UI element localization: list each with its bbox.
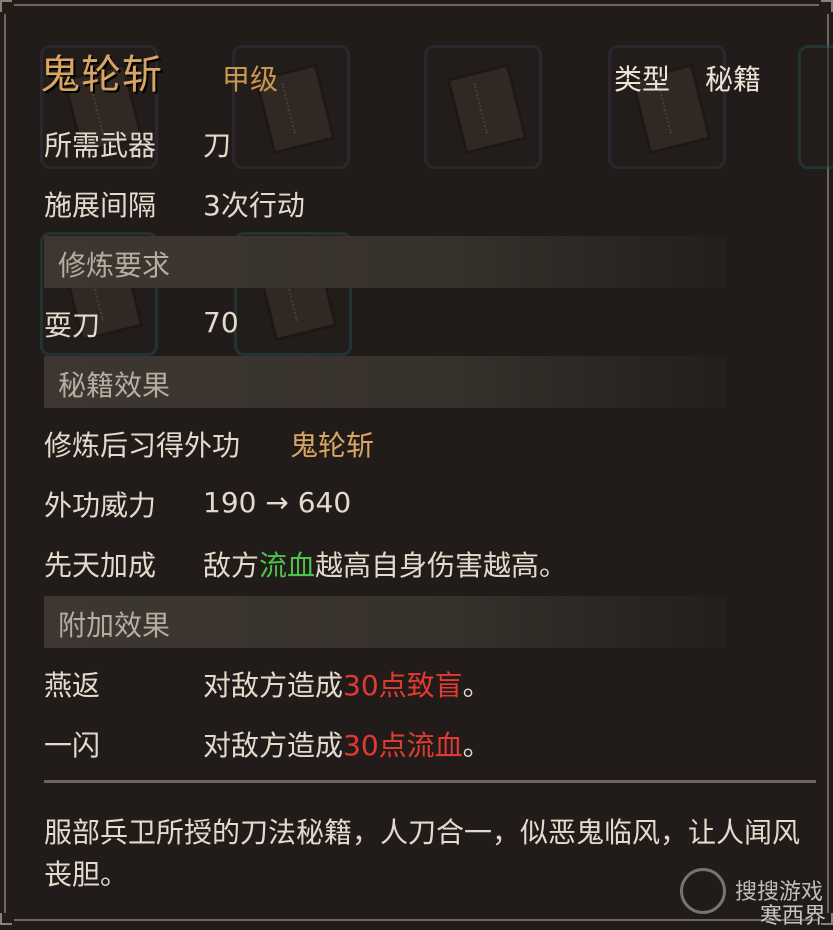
weapon-value: 刀 — [203, 129, 232, 162]
item-type-value: 秘籍 — [705, 63, 762, 96]
learn-skill-value: 鬼轮斩 — [290, 429, 375, 462]
section-extra-title: 附加效果 — [58, 609, 171, 642]
innate-text: 敌方流血越高自身伤害越高。 — [203, 544, 567, 584]
extra-effect-post: 。 — [462, 729, 491, 762]
extra-effect-pre: 对敌方造成 — [203, 669, 344, 702]
item-name: 鬼轮斩 — [40, 52, 163, 98]
item-grade: 甲级 — [222, 63, 279, 96]
frame-corner — [821, 0, 833, 12]
power-label: 外功威力 — [44, 489, 157, 522]
innate-post: 越高自身伤害越高。 — [315, 549, 568, 582]
item-type-label: 类型 — [614, 63, 671, 96]
requirement-label: 耍刀 — [44, 309, 101, 342]
frame-corner — [0, 913, 12, 925]
book-icon — [446, 63, 528, 155]
section-effects: 秘籍效果 — [44, 356, 726, 408]
requirement-value: 70 — [203, 306, 239, 339]
watermark-author: 寒西界 — [760, 904, 827, 929]
section-effects-title: 秘籍效果 — [58, 369, 171, 402]
frame-border-bottom — [14, 919, 819, 921]
extra-effect-text: 对敌方造成30点流血。 — [203, 724, 491, 764]
frame-border-left — [4, 14, 6, 913]
extra-effect-label: 一闪 — [44, 729, 101, 762]
tooltip-panel: 鬼轮斩 甲级 类型 秘籍 所需武器 刀 施展间隔 3次行动 修炼要求 耍刀 70… — [0, 0, 833, 929]
extra-effect-label: 燕返 — [44, 669, 101, 702]
interval-value: 3次行动 — [203, 189, 305, 222]
bleed-keyword: 流血 — [259, 549, 316, 582]
extra-effect-highlight: 30点致盲 — [343, 669, 463, 702]
section-requirements-title: 修炼要求 — [58, 249, 171, 282]
innate-label: 先天加成 — [44, 549, 157, 582]
inventory-slot[interactable] — [424, 45, 542, 169]
frame-corner — [0, 0, 12, 12]
extra-effect-post: 。 — [462, 669, 491, 702]
watermark-logo-icon — [680, 868, 726, 914]
extra-effect-text: 对敌方造成30点致盲。 — [203, 664, 491, 704]
interval-label: 施展间隔 — [44, 189, 157, 222]
divider — [44, 780, 816, 783]
weapon-label: 所需武器 — [44, 129, 157, 162]
learn-skill-label: 修炼后习得外功 — [44, 429, 241, 462]
extra-effect-pre: 对敌方造成 — [203, 729, 344, 762]
section-extra-effects: 附加效果 — [44, 596, 726, 648]
extra-effect-highlight: 30点流血 — [343, 729, 463, 762]
frame-border-top — [14, 4, 819, 6]
innate-pre: 敌方 — [203, 549, 260, 582]
inventory-slot[interactable] — [798, 45, 833, 169]
section-requirements: 修炼要求 — [44, 236, 726, 288]
power-value: 190 → 640 — [203, 486, 352, 519]
